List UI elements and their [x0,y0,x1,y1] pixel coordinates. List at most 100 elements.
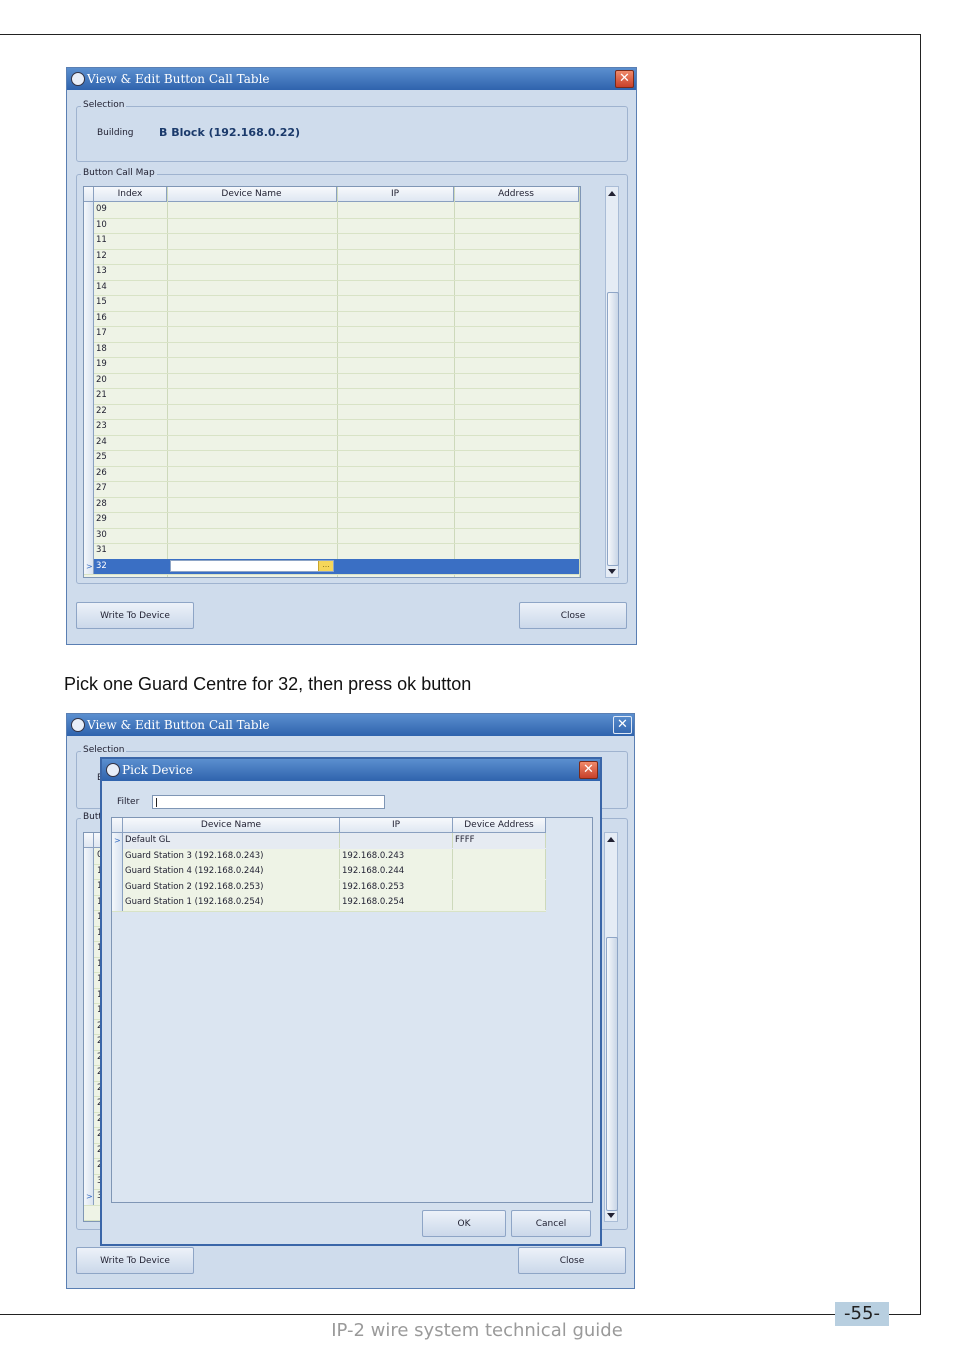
row-header[interactable] [84,1111,94,1127]
device-row[interactable]: Guard Station 3 (192.168.0.243) 192.168.0… [112,848,546,865]
ip-cell[interactable] [337,326,454,341]
row-header[interactable] [84,1065,94,1081]
index-cell[interactable]: 30 [94,528,167,543]
row-header[interactable] [84,941,94,957]
table-row[interactable]: 26 [84,465,580,482]
index-cell[interactable]: 31 [94,543,167,558]
row-header[interactable] [84,310,94,326]
device-name-cell[interactable]: Default GL [123,833,340,848]
device-name-cell[interactable] [167,342,337,357]
ip-cell[interactable] [337,357,454,372]
index-cell[interactable]: 15 [94,295,167,310]
row-header[interactable] [84,341,94,357]
column-header-ip[interactable]: IP [340,818,453,833]
row-header[interactable] [84,295,94,311]
column-header-device-name[interactable]: Device Name [123,818,340,833]
scroll-up-icon[interactable] [607,837,615,842]
address-cell[interactable] [454,249,579,264]
index-cell[interactable]: 16 [94,311,167,326]
address-cell[interactable] [454,357,579,372]
address-cell[interactable] [454,512,579,527]
device-name-cell[interactable] [167,295,337,310]
device-name-cell[interactable] [167,497,337,512]
ip-cell[interactable]: 192.168.0.253 [340,879,453,895]
row-header[interactable] [84,1158,94,1174]
ip-cell[interactable] [337,295,454,310]
row-header[interactable] [84,543,94,559]
row-header[interactable] [84,987,94,1003]
index-cell[interactable]: 17 [94,326,167,341]
address-cell[interactable] [454,528,579,543]
row-header[interactable] [84,1018,94,1034]
index-cell[interactable]: 28 [94,497,167,512]
scrollbar-thumb[interactable] [607,292,619,566]
address-cell[interactable] [454,404,579,419]
scroll-down-icon[interactable] [608,569,616,574]
index-cell[interactable]: 27 [94,481,167,496]
close-icon[interactable]: ✕ [579,761,598,779]
device-name-cell[interactable] [167,311,337,326]
address-cell[interactable] [454,419,579,434]
index-cell[interactable]: 24 [94,435,167,450]
row-header[interactable] [84,910,94,926]
ip-cell[interactable] [337,342,454,357]
row-header[interactable] [84,527,94,543]
close-button[interactable]: Close [518,1247,626,1274]
row-header[interactable]: > [84,1189,94,1205]
device-name-cell[interactable]: … [167,558,337,574]
row-header[interactable] [84,1096,94,1112]
device-name-cell[interactable] [167,419,337,434]
ip-cell[interactable] [337,233,454,248]
device-address-cell[interactable] [453,895,546,910]
row-header[interactable] [84,894,94,910]
table-row[interactable]: 30 [84,527,580,544]
column-header-device-name[interactable]: Device Name [167,187,337,202]
device-name-cell[interactable] [167,202,337,217]
row-header[interactable] [84,1049,94,1065]
address-cell[interactable] [454,558,579,574]
index-cell[interactable]: 23 [94,419,167,434]
row-header[interactable]: > [84,558,94,574]
index-cell[interactable]: 20 [94,373,167,388]
column-header-address[interactable]: Address [454,187,579,202]
column-header-index[interactable]: Index [94,187,167,202]
address-cell[interactable] [454,466,579,481]
device-name-cell[interactable]: Guard Station 2 (192.168.0.253) [123,879,340,895]
device-name-cell[interactable] [167,264,337,279]
cancel-button[interactable]: Cancel [511,1210,591,1237]
table-row[interactable]: 11 [84,233,580,250]
vertical-scrollbar[interactable] [605,186,619,578]
filter-input[interactable] [152,795,385,809]
close-icon[interactable]: ✕ [613,716,632,734]
ip-cell[interactable] [337,202,454,217]
table-row[interactable]: 10 [84,217,580,234]
address-cell[interactable] [454,435,579,450]
table-row[interactable]: 14 [84,279,580,296]
device-row[interactable]: Guard Station 1 (192.168.0.254) 192.168.0… [112,895,546,912]
table-row[interactable]: 31 [84,543,580,560]
device-name-cell[interactable]: Guard Station 1 (192.168.0.254) [123,895,340,910]
row-header[interactable] [84,848,94,864]
device-name-cell[interactable] [167,528,337,543]
device-address-cell[interactable] [453,879,546,895]
index-cell[interactable]: 12 [94,249,167,264]
row-header[interactable] [84,202,94,218]
device-name-cell[interactable] [167,466,337,481]
address-cell[interactable] [454,373,579,388]
index-cell[interactable]: 11 [94,233,167,248]
ip-cell[interactable] [337,543,454,558]
table-row[interactable]: 23 [84,419,580,436]
row-header[interactable] [84,1142,94,1158]
row-header[interactable] [84,279,94,295]
ip-cell[interactable] [337,466,454,481]
index-cell[interactable]: 10 [94,218,167,233]
dropdown-icon[interactable]: … [318,560,333,571]
row-header[interactable] [84,1003,94,1019]
device-name-cell[interactable] [167,388,337,403]
ip-cell[interactable] [337,512,454,527]
row-header[interactable] [84,248,94,264]
device-name-cell[interactable] [167,249,337,264]
row-header[interactable] [84,403,94,419]
vertical-scrollbar[interactable] [604,832,618,1222]
address-cell[interactable] [454,233,579,248]
